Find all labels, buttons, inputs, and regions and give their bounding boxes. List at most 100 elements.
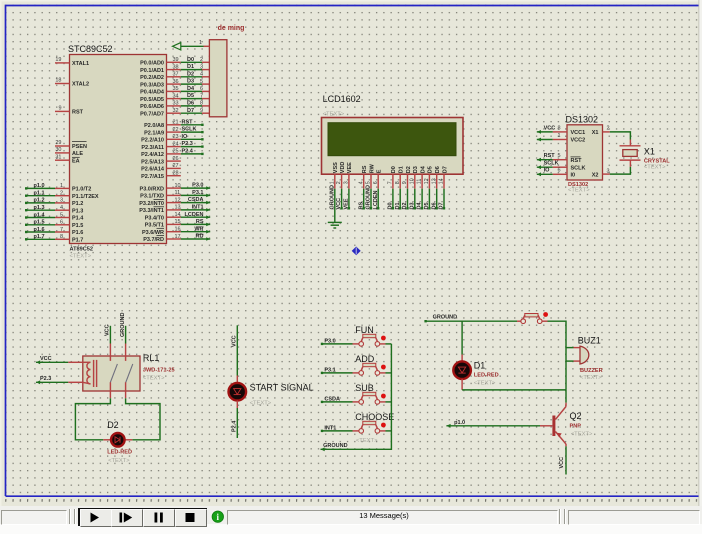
svg-text:D1: D1	[187, 64, 194, 70]
svg-text:31: 31	[55, 154, 61, 160]
svg-text:P2.2/A10: P2.2/A10	[141, 138, 164, 144]
svg-text:JWD-171-25: JWD-171-25	[143, 367, 175, 373]
svg-text:X1: X1	[592, 130, 599, 136]
svg-text:de ming: de ming	[218, 25, 245, 32]
svg-text:25: 25	[173, 149, 179, 155]
svg-text:24: 24	[173, 141, 179, 147]
svg-text:P0.6/AD6: P0.6/AD6	[140, 104, 164, 110]
svg-text:D7: D7	[439, 202, 445, 209]
svg-text:28: 28	[173, 171, 179, 177]
svg-text:39: 39	[173, 57, 179, 63]
svg-text:AT89C52: AT89C52	[70, 247, 94, 253]
svg-text:P2.7/A15: P2.7/A15	[141, 174, 164, 180]
svg-text:GROUND: GROUND	[433, 315, 457, 321]
svg-text:p1.1: p1.1	[34, 191, 45, 197]
svg-text:LED-RED: LED-RED	[474, 373, 499, 379]
svg-text:7: 7	[200, 93, 203, 99]
svg-text:BUZ1: BUZ1	[578, 335, 601, 345]
svg-text:P3.7/RD: P3.7/RD	[143, 237, 164, 243]
svg-text:9: 9	[200, 108, 203, 114]
svg-text:P0.0/AD0: P0.0/AD0	[140, 61, 164, 67]
svg-text:VCC: VCC	[336, 198, 342, 210]
svg-text:P2.4/A12: P2.4/A12	[141, 152, 164, 158]
svg-text:7: 7	[388, 181, 394, 184]
svg-text:p1.0: p1.0	[34, 183, 45, 189]
svg-text:35: 35	[173, 86, 179, 92]
svg-text:6: 6	[558, 168, 561, 174]
svg-text:VCC: VCC	[544, 125, 556, 131]
svg-text:26: 26	[173, 156, 179, 162]
svg-text:P0.7/AD7: P0.7/AD7	[140, 111, 164, 117]
svg-text:D0: D0	[187, 57, 194, 63]
svg-text:13: 13	[175, 205, 181, 211]
svg-text:12: 12	[424, 178, 430, 184]
svg-text:P3.2/INT0: P3.2/INT0	[139, 201, 164, 207]
svg-text:LCD1602: LCD1602	[323, 94, 361, 104]
svg-text:<TEXT>: <TEXT>	[474, 381, 496, 387]
svg-text:23: 23	[173, 134, 179, 140]
svg-text:p1.2: p1.2	[34, 198, 45, 204]
svg-text:P0.3/AD3: P0.3/AD3	[140, 82, 164, 88]
svg-text:<TEXT>: <TEXT>	[250, 401, 272, 407]
svg-text:ADD: ADD	[355, 354, 375, 364]
svg-text:9: 9	[58, 106, 61, 112]
svg-text:<TEXT>: <TEXT>	[108, 458, 130, 464]
svg-text:SUB: SUB	[355, 383, 374, 393]
svg-text:P3.0: P3.0	[324, 338, 335, 344]
svg-text:RS: RS	[358, 202, 364, 210]
svg-text:P3.3/INT1: P3.3/INT1	[139, 208, 164, 214]
svg-text:D3: D3	[413, 166, 419, 173]
svg-text:P3.0: P3.0	[192, 183, 203, 189]
svg-text:3: 3	[200, 64, 203, 70]
svg-text:P2.5/A13: P2.5/A13	[141, 159, 164, 165]
svg-text:P0.1/AD1: P0.1/AD1	[140, 68, 164, 74]
svg-text:1: 1	[558, 133, 561, 139]
svg-text:p1.7: p1.7	[34, 234, 45, 240]
svg-text:GROUND: GROUND	[323, 443, 347, 449]
svg-text:D2: D2	[402, 202, 408, 209]
svg-text:P1.6: P1.6	[72, 230, 83, 236]
svg-text:X1: X1	[644, 147, 655, 157]
svg-text:P2.3: P2.3	[40, 376, 51, 382]
svg-text:D2: D2	[187, 71, 194, 77]
svg-text:P0.2/AD2: P0.2/AD2	[140, 75, 164, 81]
svg-text:VDD: VDD	[340, 162, 346, 174]
svg-text:17: 17	[175, 234, 181, 240]
svg-text:D0: D0	[391, 166, 397, 173]
svg-text:D6: D6	[435, 166, 441, 173]
svg-text:LCDEN: LCDEN	[373, 191, 379, 210]
svg-text:SCLK: SCLK	[544, 161, 559, 167]
svg-text:P2.4: P2.4	[182, 149, 194, 155]
svg-text:4: 4	[60, 205, 63, 211]
svg-text:P3.1: P3.1	[324, 367, 335, 373]
svg-text:X2: X2	[592, 173, 599, 179]
svg-text:2: 2	[60, 191, 63, 197]
svg-text:I0: I0	[571, 173, 576, 179]
svg-text:P3.0/RXD: P3.0/RXD	[140, 186, 164, 192]
svg-text:D5: D5	[424, 202, 430, 209]
svg-text:P3.6/WR: P3.6/WR	[142, 230, 164, 236]
svg-text:<TEXT>: <TEXT>	[568, 188, 590, 194]
svg-text:13: 13	[431, 178, 437, 184]
svg-text:D4: D4	[420, 165, 426, 173]
svg-text:3: 3	[344, 181, 350, 184]
svg-text:6: 6	[200, 86, 203, 92]
svg-text:38: 38	[173, 64, 179, 70]
svg-text:D4: D4	[417, 202, 423, 210]
svg-text:D7: D7	[442, 166, 448, 173]
svg-text:2: 2	[200, 57, 203, 63]
svg-text:<TEXT>: <TEXT>	[571, 432, 593, 438]
svg-text:D5: D5	[187, 93, 194, 99]
svg-text:29: 29	[55, 140, 61, 146]
svg-text:P2.0/A8: P2.0/A8	[144, 123, 164, 129]
svg-text:<TEXT>: <TEXT>	[143, 375, 165, 381]
svg-text:FUN: FUN	[355, 325, 374, 335]
svg-text:GROUND: GROUND	[120, 313, 126, 337]
svg-text:P0.4/AD4: P0.4/AD4	[140, 90, 165, 96]
svg-text:8: 8	[60, 234, 63, 240]
svg-text:5: 5	[558, 153, 561, 159]
svg-text:P1.2: P1.2	[72, 201, 83, 207]
svg-text:D7: D7	[187, 108, 194, 114]
svg-text:1: 1	[329, 181, 335, 184]
svg-text:D1: D1	[474, 361, 486, 371]
